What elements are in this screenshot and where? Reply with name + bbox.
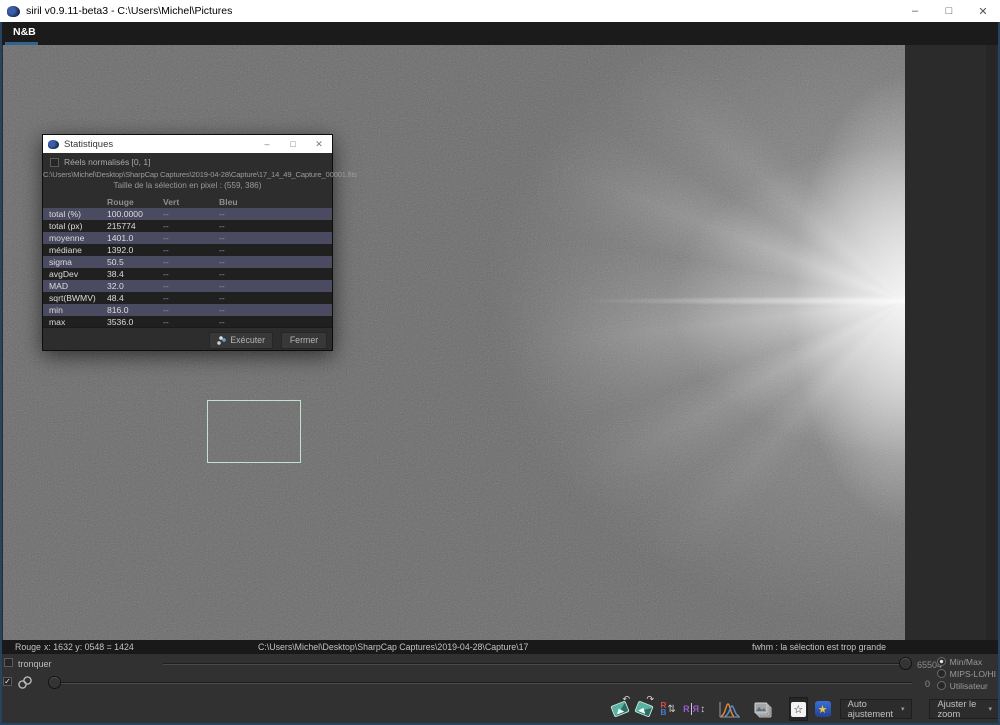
radio-user[interactable]: Utilisateur (936, 680, 996, 691)
radio-mips-dot[interactable] (936, 669, 946, 678)
low-slider-handle[interactable] (48, 676, 61, 689)
rotate-right-button[interactable]: ↷ (634, 694, 654, 721)
rotate-left-button[interactable]: ↶ (610, 694, 630, 721)
image-stack-icon (754, 702, 772, 717)
low-level-value: 0 (924, 679, 930, 689)
bottom-toolbar: ↶ ↷ RB ⇅ RЯ ↕ ☆ ★ Auto ajustement ▾ Ajus… (0, 694, 1000, 723)
radio-minmax-dot[interactable] (936, 657, 946, 666)
dialog-body: Réels normalisés [0, 1] C:\Users\Michel\… (43, 153, 357, 352)
histogram-icon (719, 702, 741, 718)
header-rouge: Rouge (107, 196, 134, 207)
status-fwhm-message: fwhm : la sélection est trop grande (752, 642, 886, 652)
flip-horizontal-button[interactable]: RЯ ↕ (683, 697, 705, 721)
chain-link-icon (18, 676, 32, 689)
fermer-button[interactable]: Fermer (281, 331, 327, 349)
titlebar: siril v0.9.11-beta3 - C:\Users\Michel\Pi… (0, 0, 1000, 22)
siril-window: siril v0.9.11-beta3 - C:\Users\Michel\Pi… (0, 0, 1000, 725)
psf-star-icon: ★ (814, 701, 831, 717)
table-header-row: Rouge Vert Bleu (43, 195, 332, 208)
normalized-checkbox[interactable] (50, 157, 59, 167)
status-bar: Rouge x: 1632 y: 0548 = 1424 C:\Users\Mi… (0, 640, 1000, 654)
flip-vertical-button[interactable]: RB ⇅ (659, 697, 677, 721)
normalized-checkbox-label: Réels normalisés [0, 1] (64, 157, 151, 167)
truncate-label: tronquer (18, 659, 52, 669)
vertical-scrollbar[interactable] (986, 45, 997, 640)
high-level-slider[interactable] (163, 657, 912, 671)
slider-track (48, 682, 912, 684)
close-button[interactable]: ✕ (966, 0, 1000, 22)
table-row[interactable]: moyenne 1401.0 -- -- (43, 232, 332, 244)
truncate-checkbox[interactable] (4, 658, 13, 667)
table-row[interactable]: médiane 1392.0 -- -- (43, 244, 332, 256)
chevron-down-icon: ▾ (988, 706, 993, 713)
siril-app-icon (7, 5, 20, 17)
display-controls: tronquer 65504 ✓ 0 Min/Max MIPS-LO/HI Ut… (0, 654, 1000, 695)
table-row[interactable]: total (px) 215774 -- -- (43, 220, 332, 232)
dialog-file-path: C:\Users\Michel\Desktop\SharpCap Capture… (43, 170, 357, 179)
execute-button[interactable]: Exécuter (209, 331, 273, 349)
status-coordinates: x: 1632 y: 0548 = 1424 (44, 642, 134, 652)
psf-button[interactable]: ★ (814, 697, 832, 721)
radio-user-dot[interactable] (936, 681, 946, 690)
radio-mips[interactable]: MIPS-LO/HI (936, 668, 996, 679)
dialog-minimize-button[interactable]: – (254, 135, 280, 153)
status-working-path: C:\Users\Michel\Desktop\SharpCap Capture… (258, 642, 529, 652)
dialog-footer: Exécuter Fermer (43, 327, 332, 352)
statistics-dialog: Statistiques – □ ✕ Réels normalisés [0, … (42, 134, 357, 352)
link-levels-checkbox[interactable]: ✓ (3, 677, 12, 686)
dialog-maximize-button[interactable]: □ (280, 135, 306, 153)
table-row[interactable]: sigma 50.5 -- -- (43, 256, 332, 268)
header-bleu: Bleu (219, 196, 238, 207)
table-row[interactable]: avgDev 38.4 -- -- (43, 268, 332, 280)
high-slider-handle[interactable] (899, 657, 912, 670)
radio-minmax[interactable]: Min/Max (936, 656, 996, 667)
tab-nb[interactable]: N&B (5, 22, 44, 42)
statistics-table: Rouge Vert Bleu total (%) 100.0000 -- --… (43, 195, 332, 328)
tab-bar: N&B (0, 22, 1000, 45)
window-title: siril v0.9.11-beta3 - C:\Users\Michel\Pi… (26, 5, 233, 17)
scaling-mode-radios: Min/Max MIPS-LO/HI Utilisateur (936, 656, 996, 691)
slider-track (163, 663, 912, 665)
histogram-button[interactable] (719, 697, 741, 721)
dialog-selection-size: Taille de la sélection en pixel : (559, … (113, 181, 262, 190)
status-channel: Rouge (15, 642, 41, 652)
fit-zoom-dropdown[interactable]: Ajuster le zoom ▾ (929, 699, 1000, 719)
maximize-button[interactable]: □ (932, 0, 966, 22)
flip-horizontal-rr-icon: RЯ (683, 703, 700, 715)
dialog-close-button[interactable]: ✕ (306, 135, 332, 153)
execute-icon (217, 335, 227, 345)
table-row[interactable]: sqrt(BWMV) 48.4 -- -- (43, 292, 332, 304)
table-row[interactable]: MAD 32.0 -- -- (43, 280, 332, 292)
image-list-button[interactable] (753, 697, 773, 721)
table-row[interactable]: min 816.0 -- -- (43, 304, 332, 316)
dialog-title: Statistiques (64, 138, 114, 150)
chevron-down-icon: ▾ (900, 706, 905, 713)
auto-adjust-dropdown[interactable]: Auto ajustement ▾ (839, 699, 913, 719)
star-mask-icon: ☆ (790, 701, 806, 717)
dialog-app-icon (48, 139, 59, 149)
star-mask-toggle[interactable]: ☆ (789, 697, 808, 721)
window-border-left (0, 22, 2, 725)
workspace: Statistiques – □ ✕ Réels normalisés [0, … (0, 45, 1000, 640)
selection-rectangle[interactable] (207, 400, 301, 463)
header-vert: Vert (163, 196, 180, 207)
dialog-titlebar[interactable]: Statistiques – □ ✕ (43, 135, 332, 153)
table-row[interactable]: total (%) 100.0000 -- -- (43, 208, 332, 220)
low-level-slider[interactable] (48, 676, 912, 690)
minimize-button[interactable]: – (898, 0, 932, 22)
flip-vertical-rb-icon: RB (660, 700, 667, 717)
